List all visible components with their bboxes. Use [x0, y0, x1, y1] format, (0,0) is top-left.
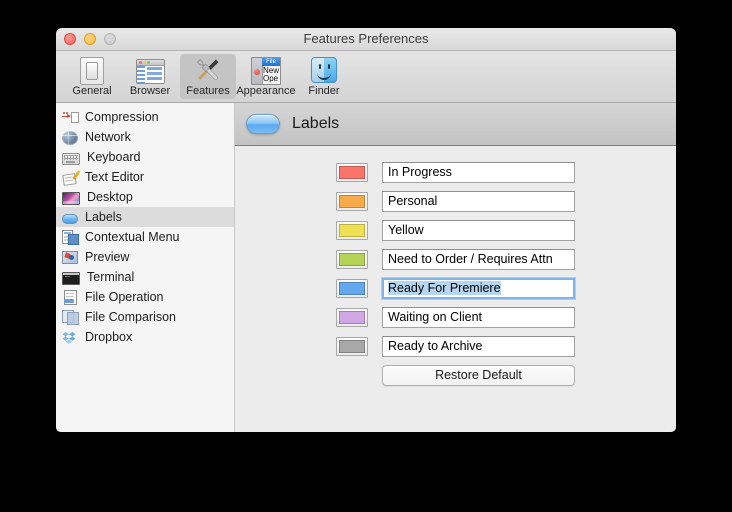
label-name-input[interactable]: Need to Order / Requires Attn	[382, 249, 575, 270]
selected-text: Ready For Premiere	[388, 281, 501, 295]
sidebar-item-preview[interactable]: Preview	[56, 247, 234, 267]
general-switch-icon	[77, 56, 107, 85]
sidebar-item-text-editor[interactable]: Text Editor	[56, 167, 234, 187]
label-pill-icon	[246, 114, 280, 134]
sidebar-label-compression: Compression	[85, 110, 159, 124]
sidebar-label-preview: Preview	[85, 250, 130, 264]
sidebar-label-file-operation: File Operation	[85, 290, 164, 304]
sidebar-item-terminal[interactable]: Terminal	[56, 267, 234, 287]
sidebar-label-keyboard: Keyboard	[87, 150, 141, 164]
color-swatch-button[interactable]	[336, 279, 368, 298]
color-swatch-button[interactable]	[336, 250, 368, 269]
label-row: Waiting on Client	[235, 307, 676, 328]
label-row: Ready to Archive	[235, 336, 676, 357]
text-editor-icon	[62, 169, 81, 186]
color-swatch	[339, 166, 365, 179]
color-swatch-button[interactable]	[336, 308, 368, 327]
label-row: Ready For Premiere	[235, 278, 676, 299]
toolbar-label-features: Features	[186, 85, 230, 97]
sidebar-item-keyboard[interactable]: Keyboard	[56, 147, 234, 167]
new-file-icon: File New Ope	[251, 56, 281, 85]
page-title: Labels	[292, 115, 340, 132]
content-header: Labels	[235, 103, 676, 146]
sidebar-label-dropbox: Dropbox	[85, 330, 133, 344]
sidebar-item-labels[interactable]: Labels	[56, 207, 234, 227]
sidebar-item-file-comparison[interactable]: File Comparison	[56, 307, 234, 327]
label-pill-icon	[62, 213, 78, 224]
sidebar-item-dropbox[interactable]: Dropbox	[56, 327, 234, 347]
toolbar-label-browser: Browser	[129, 85, 171, 97]
compression-icon	[62, 109, 79, 125]
preferences-content: Labels In Progress Personal Yellow Need …	[235, 103, 676, 432]
desktop-icon	[62, 192, 80, 205]
toolbar-label-finder: Finder	[308, 85, 340, 97]
color-swatch-button[interactable]	[336, 337, 368, 356]
color-swatch-button[interactable]	[336, 192, 368, 211]
color-swatch	[339, 282, 365, 295]
toolbar-label-appearance: Appearance	[236, 85, 296, 97]
restore-default-row: Restore Default	[235, 365, 676, 386]
sidebar-label-file-comparison: File Comparison	[85, 310, 177, 324]
color-swatch-button[interactable]	[336, 221, 368, 240]
dropbox-icon	[62, 331, 78, 345]
color-swatch	[339, 224, 365, 237]
restore-default-button[interactable]: Restore Default	[382, 365, 575, 386]
label-name-input[interactable]: Personal	[382, 191, 575, 212]
window-title: Features Preferences	[303, 31, 429, 46]
browser-window-icon	[135, 56, 165, 84]
preferences-toolbar: General Browser Features File New Ope Ap…	[56, 51, 676, 103]
sidebar-label-desktop: Desktop	[87, 190, 133, 204]
finder-face-icon	[309, 56, 339, 84]
label-row: Personal	[235, 191, 676, 212]
tools-icon	[193, 56, 223, 84]
toolbar-item-features[interactable]: Features	[180, 54, 236, 99]
file-comparison-icon	[62, 309, 79, 325]
color-swatch	[339, 253, 365, 266]
sidebar-item-network[interactable]: Network	[56, 127, 234, 147]
color-swatch-button[interactable]	[336, 163, 368, 182]
color-swatch	[339, 340, 365, 353]
toolbar-item-general[interactable]: General	[64, 54, 120, 99]
globe-icon	[62, 130, 78, 145]
toolbar-label-general: General	[72, 85, 112, 97]
label-name-input[interactable]: In Progress	[382, 162, 575, 183]
sidebar-label-text-editor: Text Editor	[85, 170, 145, 184]
label-row: Need to Order / Requires Attn	[235, 249, 676, 270]
keyboard-icon	[62, 152, 80, 165]
window-body: Compression Network Keyboard Text Editor…	[56, 103, 676, 432]
labels-panel: In Progress Personal Yellow Need to Orde…	[235, 146, 676, 432]
contextual-menu-icon	[62, 229, 79, 245]
toolbar-item-appearance[interactable]: File New Ope Appearance	[236, 54, 296, 99]
label-name-input[interactable]: Waiting on Client	[382, 307, 575, 328]
toolbar-item-browser[interactable]: Browser	[122, 54, 178, 99]
sidebar-item-file-operation[interactable]: File Operation	[56, 287, 234, 307]
sidebar-label-labels: Labels	[85, 210, 122, 224]
color-swatch	[339, 311, 365, 324]
label-name-input[interactable]: Ready to Archive	[382, 336, 575, 357]
sidebar-item-compression[interactable]: Compression	[56, 107, 234, 127]
label-row: In Progress	[235, 162, 676, 183]
sidebar-item-desktop[interactable]: Desktop	[56, 187, 234, 207]
preferences-window: Features Preferences General Browser Fea…	[56, 28, 676, 432]
label-name-input[interactable]: Yellow	[382, 220, 575, 241]
label-name-input-focused[interactable]: Ready For Premiere	[382, 278, 575, 299]
sidebar-label-contextual-menu: Contextual Menu	[85, 230, 180, 244]
terminal-icon	[62, 272, 80, 285]
toolbar-item-finder[interactable]: Finder	[296, 54, 352, 99]
preferences-sidebar[interactable]: Compression Network Keyboard Text Editor…	[56, 103, 235, 432]
window-titlebar: Features Preferences	[56, 28, 676, 51]
file-operation-icon	[62, 289, 78, 305]
sidebar-label-terminal: Terminal	[87, 270, 135, 284]
sidebar-label-network: Network	[85, 130, 131, 144]
label-row: Yellow	[235, 220, 676, 241]
color-swatch	[339, 195, 365, 208]
preview-icon	[62, 249, 78, 265]
sidebar-item-contextual-menu[interactable]: Contextual Menu	[56, 227, 234, 247]
